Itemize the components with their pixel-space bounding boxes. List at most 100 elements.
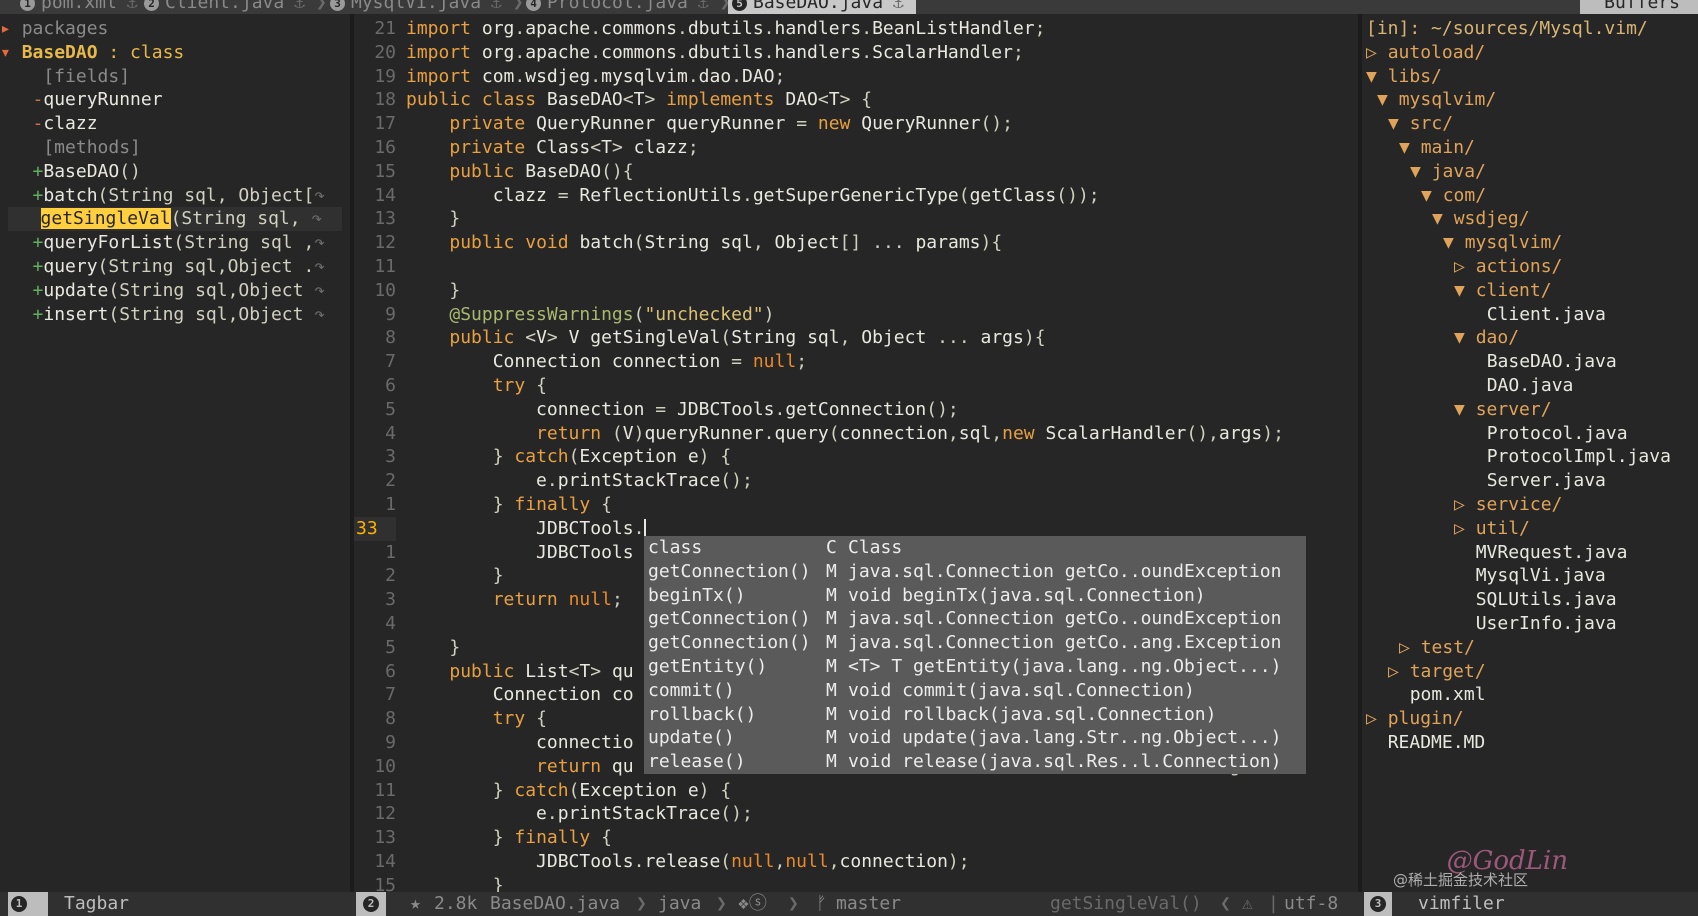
filer-directory[interactable]: ▼ src/	[1388, 112, 1453, 136]
code-line[interactable]: 17 private QueryRunner queryRunner = new…	[354, 112, 1358, 136]
filer-directory[interactable]: ▷ util/	[1454, 517, 1530, 541]
completion-item[interactable]: rollback() Mvoid rollback(java.sql.Connec…	[644, 703, 1306, 727]
filer-file[interactable]: Client.java	[1465, 303, 1606, 327]
code-line[interactable]: 4 return (V)queryRunner.query(connection…	[354, 422, 1358, 446]
completion-item[interactable]: update() Mvoid update(java.lang.Str..ng.O…	[644, 726, 1306, 750]
completion-item[interactable]: release() Mvoid release(java.sql.Res..l.C…	[644, 750, 1306, 774]
tagbar-field[interactable]: -queryRunner	[0, 88, 350, 112]
filer-file[interactable]: DAO.java	[1465, 374, 1574, 398]
file-name: test/	[1420, 636, 1475, 658]
tagbar-method[interactable]: +query(String sql,Object .↷	[0, 255, 350, 279]
completion-item[interactable]: getEntity() M <T> T getEntity(java.lang..n…	[644, 655, 1306, 679]
tab-pom-xml[interactable]: 1pom.xml⚓ ❯	[20, 0, 159, 14]
filer-directory[interactable]: ▼ mysqlvim/	[1443, 231, 1562, 255]
vimfiler-pane[interactable]: [in]: ~/sources/Mysql.vim/▷ autoload/▼ l…	[1362, 14, 1698, 892]
filer-directory[interactable]: ▼ mysqlvim/	[1377, 88, 1496, 112]
code-line[interactable]: 6 try {	[354, 374, 1358, 398]
code-line[interactable]: 21 import org.apache.commons.dbutils.hand…	[354, 17, 1358, 41]
completion-item[interactable]: beginTx() Mvoid beginTx(java.sql.Connecti…	[644, 584, 1306, 608]
filer-directory[interactable]: ▼ com/	[1421, 184, 1486, 208]
tab-protocol-java[interactable]: 4 Protocol.java ⚓ ❯	[526, 0, 730, 14]
tagbar-method[interactable]: getSingleVal(String sql, ↷	[8, 207, 342, 232]
completion-item[interactable]: class C Class	[644, 536, 1306, 560]
public-marker-icon: +	[0, 160, 44, 182]
filer-directory[interactable]: ▷ target/	[1388, 660, 1486, 684]
completion-item[interactable]: commit() Mvoid commit(java.sql.Connection…	[644, 679, 1306, 703]
code-line[interactable]: 8 public <V> V getSingleVal(String sql, …	[354, 326, 1358, 350]
completion-menu: <T> T getEntity(java.lang..ng.Object...)	[848, 655, 1282, 677]
code-line[interactable]: 15 }	[354, 874, 1358, 892]
filer-directory[interactable]: ▼ libs/	[1366, 65, 1442, 89]
tagbar-fields-header: [fields]	[0, 65, 350, 89]
tagbar-method[interactable]: +batch(String sql, Object[↷	[0, 184, 350, 208]
filer-directory[interactable]: ▼ server/	[1454, 398, 1552, 422]
code-line[interactable]: 1 } finally {	[354, 493, 1358, 517]
completion-item[interactable]: getConnection() Mjava.sql.Connection getC…	[644, 607, 1306, 631]
tab-mysqlvi-java[interactable]: 3 MysqlVi.java ⚓ ❯	[330, 0, 524, 14]
filer-directory[interactable]: ▷ service/	[1454, 493, 1562, 517]
file-name: src/	[1409, 113, 1454, 135]
code-line[interactable]: 15 public BaseDAO(){	[354, 160, 1358, 184]
code-line[interactable]: 9 @SuppressWarnings("unchecked")	[354, 303, 1358, 327]
buffers-label: Buffers	[1580, 0, 1698, 14]
filer-directory[interactable]: ▼ dao/	[1454, 326, 1519, 350]
code-line[interactable]: 5 connection = JDBCTools.getConnection()…	[354, 398, 1358, 422]
tagbar-method[interactable]: +queryForList(String sql ,↷	[0, 231, 350, 255]
tagbar-method[interactable]: +BaseDAO()	[0, 160, 350, 184]
code-line[interactable]: 12 e.printStackTrace();	[354, 802, 1358, 826]
code-text: }	[449, 636, 461, 658]
code-line[interactable]: 7 Connection connection = null;	[354, 350, 1358, 374]
code-line[interactable]: 2 e.printStackTrace();	[354, 469, 1358, 493]
code-line[interactable]: 18 public class BaseDAO<T> implements DAO…	[354, 88, 1358, 112]
filer-file[interactable]: Server.java	[1465, 469, 1606, 493]
line-number: 1	[385, 541, 396, 563]
filer-file[interactable]: MVRequest.java	[1454, 541, 1628, 565]
tab-client-java[interactable]: 2 Client.java ⚓ ❯	[144, 0, 327, 14]
tagbar-methods-header: [methods]	[0, 136, 350, 160]
filer-file[interactable]: BaseDAO.java	[1465, 350, 1617, 374]
code-line[interactable]: 14 clazz = ReflectionUtils.getSuperGener…	[354, 184, 1358, 208]
code-line[interactable]: 14 JDBCTools.release(null,null,connectio…	[354, 850, 1358, 874]
filer-file[interactable]: MysqlVi.java	[1454, 564, 1606, 588]
filer-directory[interactable]: ▷ test/	[1399, 636, 1475, 660]
tagbar-field[interactable]: -clazz	[0, 112, 350, 136]
completion-item[interactable]: getConnection() Mjava.sql.Connection getC…	[644, 631, 1306, 655]
code-line[interactable]: 10 }	[354, 279, 1358, 303]
filer-directory[interactable]: ▷ plugin/	[1366, 707, 1464, 731]
code-text: e.printStackTrace();	[536, 470, 753, 492]
filer-directory[interactable]: ▷ autoload/	[1366, 41, 1485, 65]
filer-directory[interactable]: ▼ main/	[1399, 136, 1475, 160]
file-name: BaseDAO.java	[1486, 351, 1617, 373]
filer-directory[interactable]: ▼ wsdjeg/	[1432, 207, 1530, 231]
code-line[interactable]: 16 private Class<T> clazz;	[354, 136, 1358, 160]
tagbar-method[interactable]: +update(String sql,Object ↷	[0, 279, 350, 303]
filer-file[interactable]: pom.xml	[1388, 683, 1486, 707]
code-line[interactable]: 3 } catch(Exception e) {	[354, 445, 1358, 469]
tagbar-pane[interactable]: ▸ packages ▾ BaseDAO : class [fields] -qu…	[0, 14, 350, 892]
filer-file[interactable]: ProtocolImpl.java	[1465, 445, 1671, 469]
code-line[interactable]: 19 import com.wsdjeg.mysqlvim.dao.DAO;	[354, 65, 1358, 89]
file-name: plugin/	[1387, 708, 1464, 730]
tagbar-method[interactable]: +insert(String sql,Object ↷	[0, 303, 350, 327]
folder-open-icon: ▼	[1410, 160, 1432, 182]
filer-file[interactable]: Protocol.java	[1465, 422, 1628, 446]
tagbar-packages[interactable]: ▸ packages	[0, 17, 350, 41]
code-line[interactable]: 13 } finally {	[354, 826, 1358, 850]
filer-directory[interactable]: ▷ actions/	[1454, 255, 1562, 279]
completion-item[interactable]: getConnection() Mjava.sql.Connection getC…	[644, 560, 1306, 584]
file-name: MVRequest.java	[1475, 541, 1628, 563]
filer-file[interactable]: UserInfo.java	[1454, 612, 1617, 636]
code-line[interactable]: 11 } catch(Exception e) {	[354, 779, 1358, 803]
filer-directory[interactable]: ▼ java/	[1410, 160, 1486, 184]
tagbar-class[interactable]: ▾ BaseDAO : class	[0, 41, 350, 65]
filer-directory[interactable]: ▼ client/	[1454, 279, 1552, 303]
code-line[interactable]: 11	[354, 255, 1358, 279]
code-text: public void batch(String sql, Object[] .…	[449, 232, 1003, 254]
filer-file[interactable]: SQLUtils.java	[1454, 588, 1617, 612]
code-line[interactable]: 12 public void batch(String sql, Object[…	[354, 231, 1358, 255]
code-line[interactable]: 13 }	[354, 207, 1358, 231]
completion-popup[interactable]: class C Class getConnection() Mjava.sql.Conn…	[644, 536, 1306, 774]
filer-file[interactable]: README.MD	[1366, 731, 1486, 755]
code-line[interactable]: 20 import org.apache.commons.dbutils.hand…	[354, 41, 1358, 65]
tab-basedao-java[interactable]: 5 BaseDAO.java ⚓	[728, 0, 916, 14]
